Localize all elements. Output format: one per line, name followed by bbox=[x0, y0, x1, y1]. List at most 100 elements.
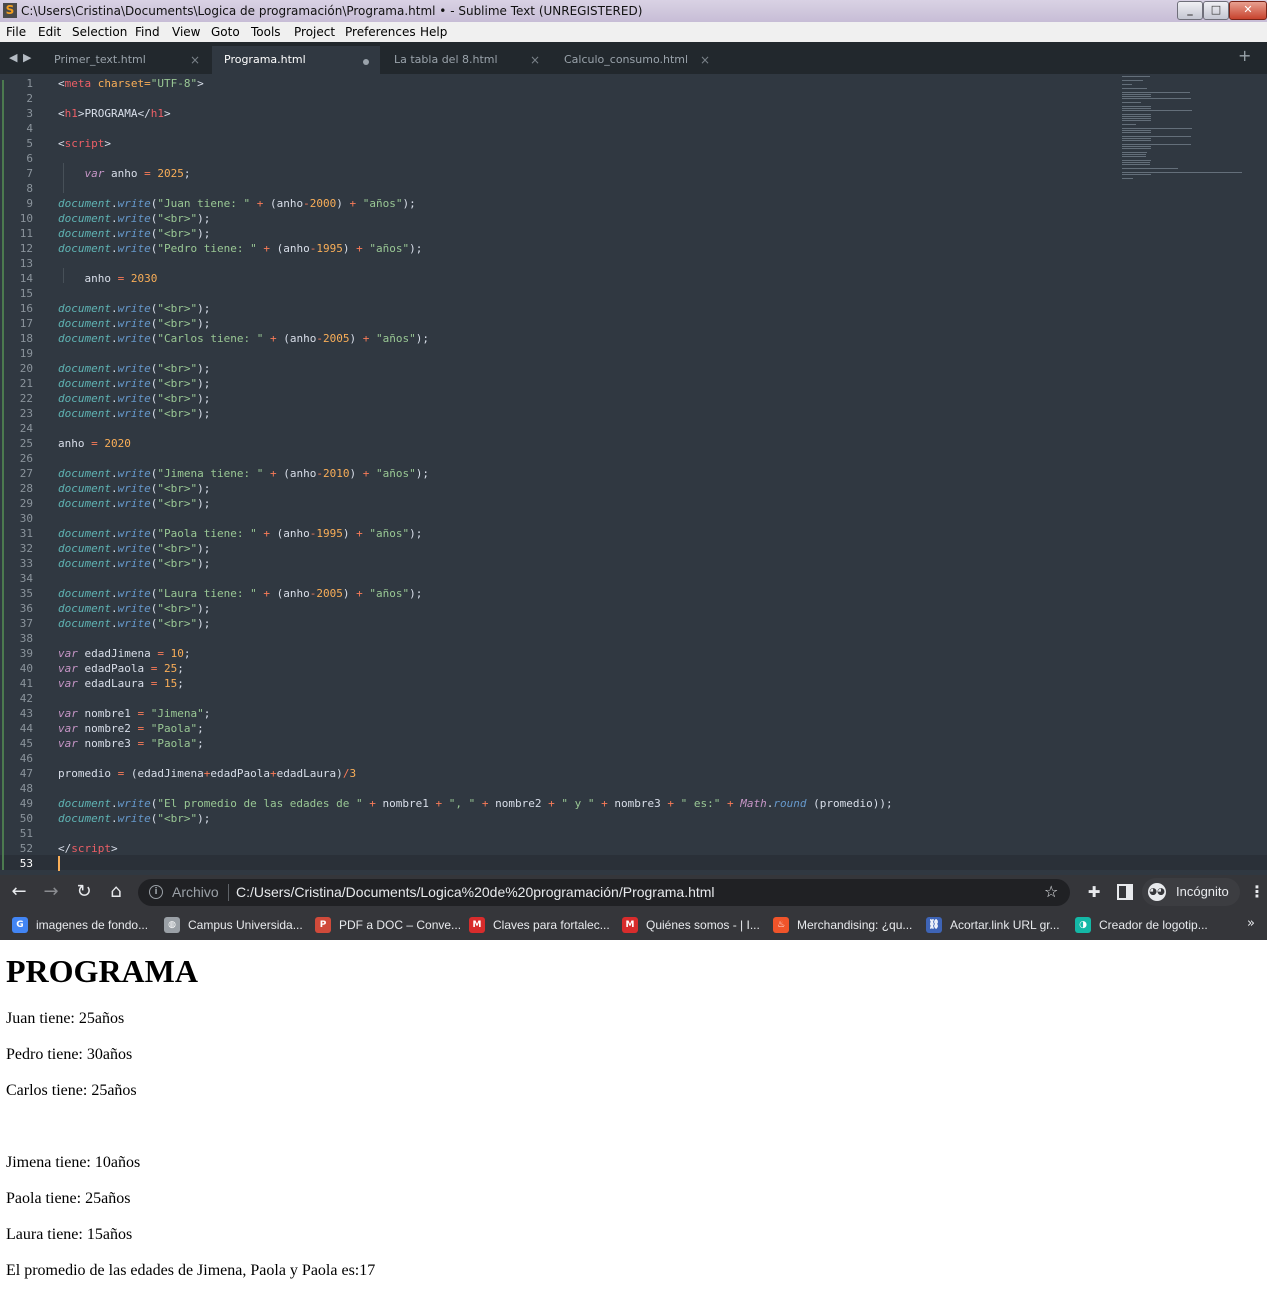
code-line: document.write("<br>"); bbox=[58, 361, 210, 376]
code-token: nombre2 bbox=[488, 797, 549, 810]
side-panel-icon[interactable] bbox=[1117, 884, 1133, 900]
code-token: 1995 bbox=[316, 242, 343, 255]
reload-button[interactable]: ↻ bbox=[73, 881, 95, 903]
forward-button[interactable]: → bbox=[40, 881, 62, 903]
code-token: "Jimena tiene: " bbox=[157, 467, 264, 480]
minimap[interactable] bbox=[1120, 74, 1250, 184]
address-bar[interactable]: i Archivo C:/Users/Cristina/Documents/Lo… bbox=[138, 879, 1070, 906]
code-token: write bbox=[117, 797, 151, 810]
minimap-line bbox=[1122, 144, 1191, 145]
code-token: round bbox=[773, 797, 807, 810]
bookmark-item[interactable]: M Quiénes somos - | I... bbox=[622, 915, 768, 935]
more-bookmarks-icon[interactable]: » bbox=[1247, 916, 1255, 932]
code-token: 2030 bbox=[130, 272, 158, 285]
new-tab-icon[interactable]: + bbox=[1238, 47, 1251, 65]
code-token: + bbox=[269, 767, 277, 780]
bookmark-item[interactable]: ◑ Creador de logotip... bbox=[1075, 915, 1221, 935]
menu-selection[interactable]: Selection bbox=[72, 25, 127, 40]
m-logo-icon: M bbox=[469, 917, 485, 933]
code-token: + bbox=[727, 797, 734, 810]
menu-edit[interactable]: Edit bbox=[38, 25, 61, 40]
menu-help[interactable]: Help bbox=[420, 25, 447, 40]
code-line: document.write("El promedio de las edade… bbox=[58, 796, 893, 811]
menu-view[interactable]: View bbox=[172, 25, 200, 40]
bookmark-item[interactable]: ⛓ Acortar.link URL gr... bbox=[926, 915, 1072, 935]
tab-programa[interactable]: Programa.html bbox=[212, 46, 380, 74]
link-shortener-icon: ⛓ bbox=[926, 917, 942, 933]
code-line: var edadJimena = 10; bbox=[58, 646, 190, 661]
tab-close-icon[interactable]: × bbox=[190, 52, 200, 68]
code-token: ); bbox=[409, 242, 423, 255]
menu-preferences[interactable]: Preferences bbox=[345, 25, 416, 40]
tab-primer-text[interactable]: Primer_text.html × bbox=[42, 46, 210, 74]
close-button[interactable]: ✕ bbox=[1229, 1, 1267, 20]
code-token: < bbox=[58, 107, 65, 120]
code-token: (edadJimena bbox=[124, 767, 204, 780]
bookmark-item[interactable]: Gimagenes de fondo... bbox=[12, 915, 158, 935]
minimap-line bbox=[1122, 168, 1178, 169]
tab-close-icon[interactable]: × bbox=[700, 52, 710, 68]
bookmark-item[interactable]: M Claves para fortalec... bbox=[469, 915, 615, 935]
unsaved-dot-icon[interactable] bbox=[363, 59, 369, 65]
menu-file[interactable]: File bbox=[6, 25, 26, 40]
code-token: "<br>" bbox=[157, 317, 198, 330]
code-token: h1 bbox=[150, 107, 164, 120]
tab-next-icon[interactable]: ▶ bbox=[23, 51, 31, 65]
minimap-line bbox=[1122, 174, 1151, 175]
bookmark-star-icon[interactable]: ☆ bbox=[1044, 882, 1058, 902]
menu-project[interactable]: Project bbox=[294, 25, 335, 40]
code-line: document.write("<br>"); bbox=[58, 541, 210, 556]
extensions-puzzle-icon[interactable]: ✚ bbox=[1084, 882, 1104, 902]
code-token: document bbox=[58, 302, 111, 315]
code-line: <h1>PROGRAMA</h1> bbox=[58, 106, 171, 121]
code-token: edadJimena bbox=[77, 647, 158, 660]
minimap-line bbox=[1122, 110, 1192, 111]
code-token: . bbox=[110, 467, 118, 480]
code-token: document bbox=[58, 197, 111, 210]
bookmark-item[interactable]: ♨ Merchandising: ¿qu... bbox=[773, 915, 919, 935]
code-token: ); bbox=[415, 332, 429, 345]
minimize-button[interactable]: _ bbox=[1177, 1, 1203, 20]
tab-label: La tabla del 8.html bbox=[394, 53, 498, 66]
code-token: "años" bbox=[362, 197, 403, 210]
incognito-indicator[interactable]: ◕◕ Incógnito bbox=[1142, 878, 1240, 906]
tab-calculo-consumo[interactable]: Calculo_consumo.html × bbox=[552, 46, 720, 74]
code-token: 1995 bbox=[316, 527, 343, 540]
line-number: 17 bbox=[19, 317, 33, 330]
bookmarks-bar: Gimagenes de fondo... ◍ Campus Universida.… bbox=[0, 910, 1267, 940]
code-token: write bbox=[117, 362, 151, 375]
maximize-button[interactable]: □ bbox=[1203, 1, 1229, 20]
menu-goto[interactable]: Goto bbox=[211, 25, 240, 40]
browser-menu-icon[interactable]: ⋮ bbox=[1249, 883, 1265, 901]
code-token: "<br>" bbox=[157, 557, 198, 570]
info-icon[interactable]: i bbox=[149, 885, 163, 899]
line-number: 37 bbox=[19, 617, 33, 630]
code-token: nombre2 bbox=[77, 722, 138, 735]
home-button[interactable]: ⌂ bbox=[105, 881, 127, 903]
code-line: document.write("<br>"); bbox=[58, 211, 210, 226]
tab-close-icon[interactable]: × bbox=[530, 52, 540, 68]
menu-find[interactable]: Find bbox=[135, 25, 160, 40]
line-number: 30 bbox=[19, 512, 33, 525]
menu-tools[interactable]: Tools bbox=[251, 25, 281, 40]
tab-prev-icon[interactable]: ◀ bbox=[9, 51, 17, 65]
tab-tabla-del-8[interactable]: La tabla del 8.html × bbox=[382, 46, 550, 74]
url-text[interactable]: C:/Users/Cristina/Documents/Logica%20de%… bbox=[236, 884, 715, 901]
code-token: write bbox=[117, 407, 151, 420]
bookmark-item[interactable]: ◍ Campus Universida... bbox=[164, 915, 310, 935]
line-number: 18 bbox=[19, 332, 33, 345]
window-title: C:\Users\Cristina\Documents\Logica de pr… bbox=[21, 4, 643, 18]
code-token: write bbox=[117, 587, 151, 600]
code-token: ); bbox=[197, 542, 211, 555]
editor-scrollbar[interactable] bbox=[1257, 74, 1267, 875]
code-editor[interactable]: <meta charset="UTF-8"> <h1>PROGRAMA</h1> <… bbox=[58, 74, 1118, 875]
code-token: write bbox=[117, 527, 151, 540]
line-number: 48 bbox=[19, 782, 33, 795]
back-button[interactable]: ← bbox=[8, 881, 30, 903]
code-token: "<br>" bbox=[157, 362, 198, 375]
bookmark-item[interactable]: P PDF a DOC – Conve... bbox=[315, 915, 461, 935]
minimap-line bbox=[1122, 140, 1151, 141]
